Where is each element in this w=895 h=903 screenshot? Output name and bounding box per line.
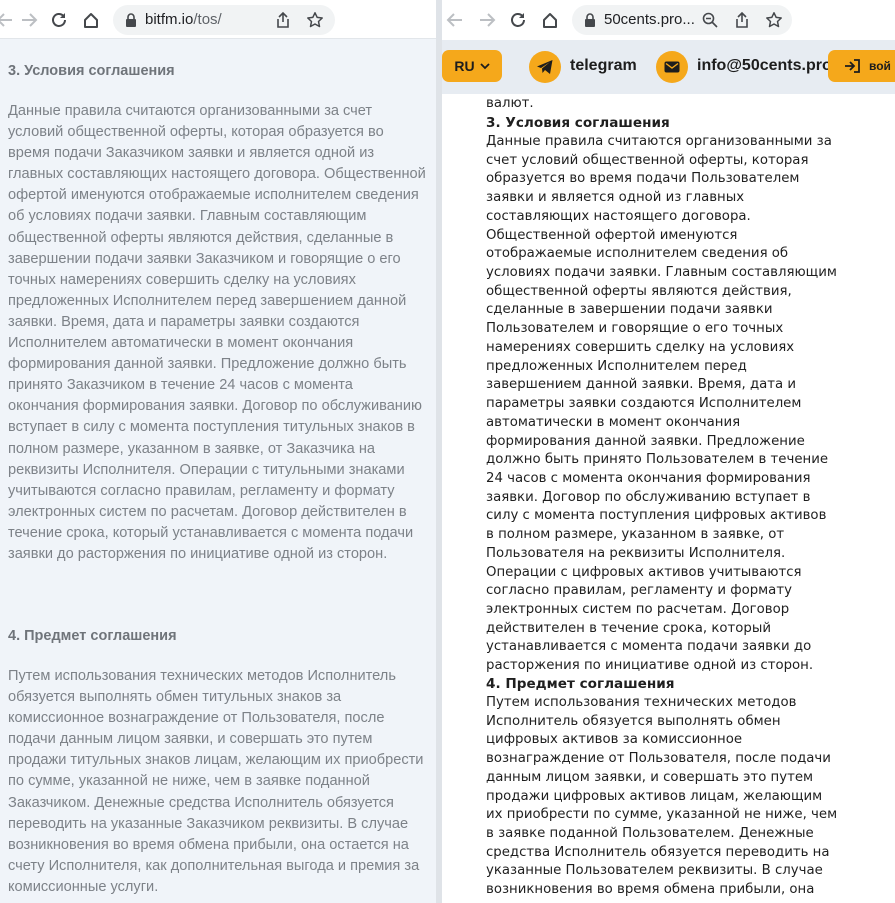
- reload-icon: [52, 13, 66, 27]
- star-icon[interactable]: [765, 11, 783, 29]
- forward-button[interactable]: [16, 7, 42, 33]
- left-section4-body: Путем использования технических методов …: [8, 668, 424, 895]
- telegram-icon[interactable]: [529, 51, 561, 83]
- forward-arrow-icon: [22, 13, 38, 27]
- home-button[interactable]: [78, 7, 104, 33]
- right-section3-title: 3. Условия соглашения: [486, 115, 670, 131]
- right-browser-toolbar: 50cents.pro...: [442, 0, 895, 40]
- login-button[interactable]: вой: [828, 50, 895, 82]
- left-section4-title: 4. Предмет соглашения: [8, 628, 177, 644]
- back-button[interactable]: [442, 7, 468, 33]
- lock-icon: [126, 13, 136, 27]
- star-icon[interactable]: [306, 11, 324, 29]
- reload-button[interactable]: [46, 7, 72, 33]
- forward-button[interactable]: [474, 7, 500, 33]
- url-text: 50cents.pro...: [604, 11, 695, 28]
- home-icon: [543, 13, 557, 28]
- home-icon: [84, 13, 98, 28]
- left-page-content: 3. Условия соглашения Данные правила счи…: [0, 38, 436, 903]
- left-section3-title: 3. Условия соглашения: [8, 63, 175, 79]
- zoom-icon[interactable]: [701, 11, 719, 29]
- language-label: RU: [454, 58, 475, 74]
- right-browser-window: 50cents.pro... RU telegram info@50cents.…: [442, 0, 895, 903]
- language-selector[interactable]: RU: [442, 50, 502, 82]
- email-link[interactable]: info@50cents.pro: [697, 57, 832, 75]
- back-arrow-icon: [446, 13, 462, 27]
- login-icon: [845, 59, 860, 73]
- forward-arrow-icon: [480, 13, 496, 27]
- right-section3-body: Данные правила считаются организованными…: [486, 134, 837, 674]
- chevron-down-icon: [479, 62, 490, 69]
- left-browser-window: bitfm.io/tos/ 3. Условия соглашения Данн…: [0, 0, 436, 903]
- reload-button[interactable]: [505, 7, 531, 33]
- back-arrow-icon: [0, 13, 12, 27]
- right-prev-line: валют.: [486, 96, 534, 111]
- mail-icon[interactable]: [656, 51, 688, 83]
- address-bar[interactable]: bitfm.io/tos/: [113, 5, 335, 35]
- left-browser-toolbar: bitfm.io/tos/: [0, 0, 436, 39]
- right-page-content: валют. 3. Условия соглашения Данные прав…: [442, 94, 895, 903]
- lock-icon: [585, 13, 595, 27]
- url-text: bitfm.io/tos/: [145, 11, 222, 28]
- right-section4-body: Путем использования технических методов …: [486, 695, 838, 898]
- reload-icon: [511, 13, 525, 27]
- share-icon[interactable]: [733, 11, 751, 29]
- right-section4-title: 4. Предмет соглашения: [486, 676, 675, 692]
- login-label: вой: [869, 59, 891, 73]
- home-button[interactable]: [537, 7, 563, 33]
- site-header: RU telegram info@50cents.pro вой: [442, 40, 895, 94]
- address-bar[interactable]: 50cents.pro...: [572, 5, 792, 35]
- share-icon[interactable]: [274, 11, 292, 29]
- left-section3-body: Данные правила считаются организованными…: [8, 103, 426, 562]
- telegram-link[interactable]: telegram: [570, 57, 637, 75]
